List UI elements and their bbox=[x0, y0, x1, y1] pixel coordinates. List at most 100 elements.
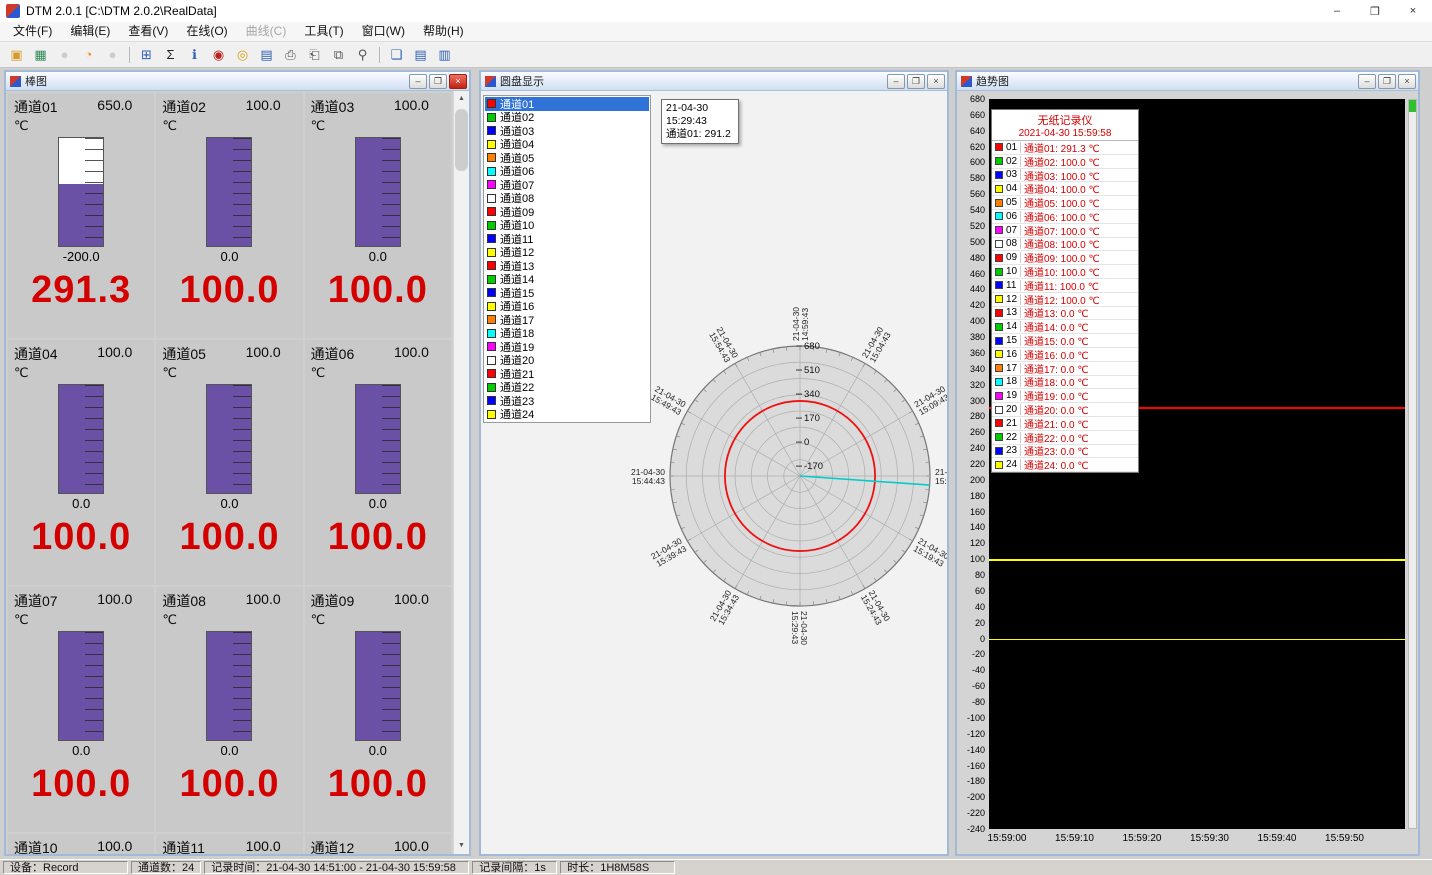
bar-cell-header: 通道11100.0 bbox=[162, 838, 296, 854]
bar-close-button[interactable]: × bbox=[449, 74, 467, 89]
menu-item[interactable]: 文件(F) bbox=[4, 22, 61, 41]
print-preview-button[interactable]: ⎗ bbox=[303, 44, 326, 65]
legend-color-swatch bbox=[995, 171, 1003, 179]
trend-minimize-button[interactable]: – bbox=[1358, 74, 1376, 89]
unit-label: ℃ bbox=[162, 365, 296, 381]
export-button[interactable]: ▦ bbox=[29, 44, 52, 65]
bar-gauge-cell: 通道10100.0℃0.0100.0 bbox=[8, 834, 154, 854]
polar-chart: 6805103401700-17021-04-3014:59:4321-04-3… bbox=[560, 236, 947, 716]
alarm-button[interactable]: ◎ bbox=[231, 44, 254, 65]
menu-item[interactable]: 工具(T) bbox=[295, 22, 352, 41]
menu-item[interactable]: 查看(V) bbox=[119, 22, 177, 41]
close-button[interactable]: × bbox=[1394, 0, 1432, 22]
maximize-button[interactable]: ❐ bbox=[1356, 0, 1394, 22]
trend-scrollbar-thumb[interactable] bbox=[1409, 100, 1416, 112]
legend-channel-value: 通道17: 0.0 ℃ bbox=[1021, 361, 1089, 376]
cascade-windows-button[interactable]: ❏ bbox=[385, 44, 408, 65]
legend-color-swatch bbox=[995, 295, 1003, 303]
legend-channel-number: 14 bbox=[1006, 321, 1021, 332]
scale-max-label: 100.0 bbox=[394, 97, 429, 117]
legend-channel-number: 11 bbox=[1006, 280, 1021, 291]
legend-channel-number: 22 bbox=[1006, 432, 1021, 443]
copy-button[interactable]: ⧉ bbox=[327, 44, 350, 65]
channel-color-swatch bbox=[487, 396, 496, 405]
zoom-button[interactable]: ⚲ bbox=[351, 44, 374, 65]
channel-name: 通道08 bbox=[162, 591, 245, 611]
clock-button[interactable]: ◔ bbox=[77, 44, 100, 65]
disc-minimize-button[interactable]: – bbox=[887, 74, 905, 89]
trend-scrollbar[interactable] bbox=[1408, 99, 1417, 829]
scrollbar-thumb[interactable] bbox=[455, 109, 468, 171]
statistics-button[interactable]: Σ bbox=[159, 44, 182, 65]
y-axis-label: 0 bbox=[957, 634, 985, 644]
channel-value: 291.3 bbox=[14, 269, 148, 312]
trend-line bbox=[989, 559, 1405, 560]
disc-close-button[interactable]: × bbox=[927, 74, 945, 89]
scroll-down-icon[interactable]: ▼ bbox=[454, 838, 469, 854]
bar-minimize-button[interactable]: – bbox=[409, 74, 427, 89]
legend-color-swatch bbox=[995, 392, 1003, 400]
channel-color-swatch bbox=[487, 342, 496, 351]
tooltip-date: 21-04-30 bbox=[666, 102, 734, 115]
trend-restore-button[interactable]: ❐ bbox=[1378, 74, 1396, 89]
channel-color-swatch bbox=[487, 261, 496, 270]
menu-item[interactable]: 编辑(E) bbox=[61, 22, 119, 41]
tile-horizontal-button[interactable]: ▤ bbox=[409, 44, 432, 65]
unit-label: ℃ bbox=[14, 118, 148, 134]
y-axis-label: 460 bbox=[957, 269, 985, 279]
gauge-ticks bbox=[233, 138, 251, 246]
bar-gauge bbox=[355, 384, 401, 494]
bar-window-titlebar[interactable]: 棒图 – ❐ × bbox=[6, 72, 469, 91]
y-axis-label: -60 bbox=[957, 681, 985, 691]
y-axis-label: 260 bbox=[957, 427, 985, 437]
status-panel: 时长：1H8M58S bbox=[560, 861, 675, 874]
polar-scale-label: 170 bbox=[804, 413, 820, 424]
channel-value: 100.0 bbox=[14, 763, 148, 806]
bar-scrollbar[interactable]: ▲ ▼ bbox=[453, 91, 469, 854]
status-bar: 设备：Record通道数：24记录时间：21-04-30 14:51:00 - … bbox=[0, 859, 1432, 875]
polar-time-label: 21-04-3015:54:43 bbox=[707, 325, 741, 364]
bar-restore-button[interactable]: ❐ bbox=[429, 74, 447, 89]
disc-restore-button[interactable]: ❐ bbox=[907, 74, 925, 89]
channel-name: 通道02 bbox=[162, 97, 245, 117]
legend-channel-value: 通道14: 0.0 ℃ bbox=[1021, 319, 1089, 334]
menu-item[interactable]: 窗口(W) bbox=[353, 22, 414, 41]
disc-window-titlebar[interactable]: 圆盘显示 – ❐ × bbox=[481, 72, 947, 91]
menu-item[interactable]: 帮助(H) bbox=[414, 22, 473, 41]
open-button[interactable]: ▣ bbox=[5, 44, 28, 65]
data-table-button[interactable]: ⊞ bbox=[135, 44, 158, 65]
legend-channel-value: 通道16: 0.0 ℃ bbox=[1021, 347, 1089, 362]
menu-item[interactable]: 曲线(C) bbox=[237, 22, 296, 41]
legend-channel-value: 通道03: 100.0 ℃ bbox=[1021, 168, 1100, 183]
tooltip-time: 15:29:43 bbox=[666, 115, 734, 128]
y-axis-label: -240 bbox=[957, 824, 985, 834]
x-axis-label: 15:59:40 bbox=[1258, 833, 1297, 844]
y-axis-label: 280 bbox=[957, 411, 985, 421]
bar-gauge-cell: 通道03100.0℃0.0100.0 bbox=[305, 93, 451, 338]
bar-gauge-cell: 通道09100.0℃0.0100.0 bbox=[305, 587, 451, 832]
bar-cell-header: 通道05100.0 bbox=[162, 344, 296, 364]
trend-window-titlebar[interactable]: 趋势图 – ❐ × bbox=[957, 72, 1418, 91]
log-button[interactable]: ▤ bbox=[255, 44, 278, 65]
y-axis-label: 520 bbox=[957, 221, 985, 231]
record-button[interactable]: ◉ bbox=[207, 44, 230, 65]
bar-window-title: 棒图 bbox=[25, 73, 407, 89]
trend-close-button[interactable]: × bbox=[1398, 74, 1416, 89]
bar-cell-header: 通道12100.0 bbox=[311, 838, 445, 854]
bar-gauge bbox=[58, 631, 104, 741]
x-axis-label: 15:59:00 bbox=[988, 833, 1027, 844]
scroll-up-icon[interactable]: ▲ bbox=[454, 91, 469, 107]
title-bar[interactable]: DTM 2.0.1 [C:\DTM 2.0.2\RealData] – ❐ × bbox=[0, 0, 1432, 22]
y-axis-label: 480 bbox=[957, 253, 985, 263]
channel-color-swatch bbox=[487, 302, 496, 311]
x-axis-label: 15:59:50 bbox=[1325, 833, 1364, 844]
menu-item[interactable]: 在线(O) bbox=[177, 22, 236, 41]
minimize-button[interactable]: – bbox=[1318, 0, 1356, 22]
app-icon bbox=[6, 4, 20, 18]
tile-vertical-button[interactable]: ▥ bbox=[433, 44, 456, 65]
scale-max-label: 100.0 bbox=[246, 344, 281, 364]
info-button[interactable]: ℹ bbox=[183, 44, 206, 65]
print-button[interactable]: ⎙ bbox=[279, 44, 302, 65]
legend-channel-value: 通道13: 0.0 ℃ bbox=[1021, 305, 1089, 320]
legend-channel-number: 24 bbox=[1006, 459, 1021, 470]
